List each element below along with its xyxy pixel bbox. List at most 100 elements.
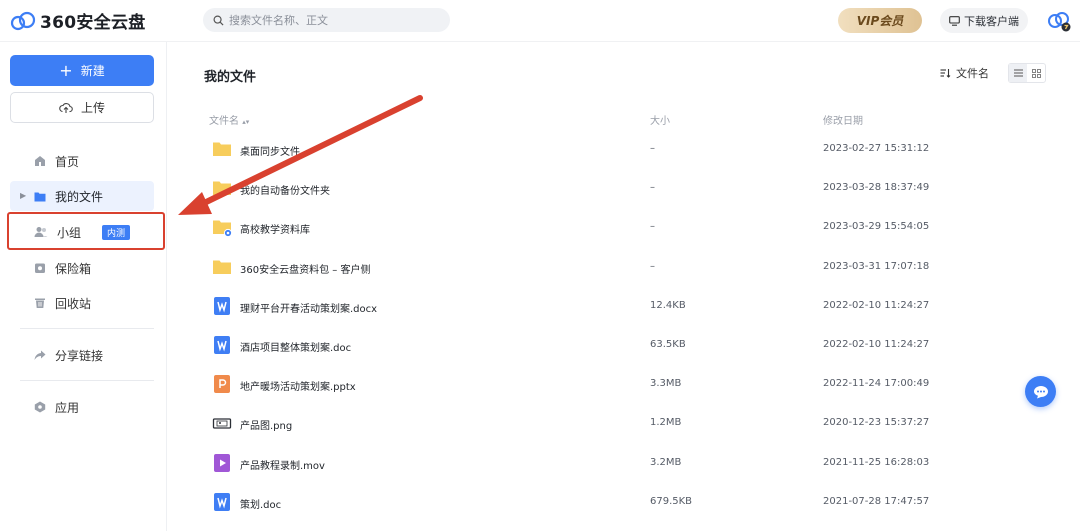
list-icon (1013, 69, 1023, 77)
sidebar-item-home[interactable]: 首页 (10, 146, 154, 176)
file-size: – (650, 182, 655, 194)
sidebar-item-apps[interactable]: 应用 (10, 392, 154, 422)
table-row[interactable]: 策划.doc 679.5KB 2021-07-28 17:47:57 (204, 484, 1064, 523)
cloud-logo-icon (10, 11, 36, 30)
search-input[interactable] (229, 13, 439, 27)
vip-button[interactable]: VIP会员 (838, 8, 922, 33)
file-name[interactable]: 酒店项目整体策划案.doc (240, 339, 351, 354)
sidebar-item-label: 分享链接 (55, 348, 104, 363)
column-header-size[interactable]: 大小 (650, 112, 670, 127)
grid-view-button[interactable] (1027, 64, 1045, 82)
caret-right-icon[interactable]: ▶ (20, 191, 26, 200)
main-content: 我的文件 文件名 文件名 ▴▾ 大小 修改日期 桌面同步文件 – 2023-02-2… (167, 42, 1080, 531)
new-button[interactable]: + 新建 (10, 55, 154, 86)
file-size: – (650, 221, 655, 233)
top-bar: 360安全云盘 VIP会员 下载客户端 (0, 0, 1080, 42)
file-size: 63.5KB (650, 339, 686, 350)
view-toggle (1008, 63, 1046, 83)
sidebar-item-share-links[interactable]: 分享链接 (10, 340, 154, 370)
column-header-name[interactable]: 文件名 ▴▾ (209, 112, 249, 127)
file-name[interactable]: 产品图.png (240, 417, 292, 432)
sort-arrows-icon: ▴▾ (242, 118, 250, 126)
app-name: 360安全云盘 (40, 13, 146, 33)
file-size: 3.3MB (650, 378, 682, 390)
safe-icon (35, 263, 45, 273)
file-size: – (650, 260, 655, 272)
folder-icon (212, 178, 232, 198)
word-doc-icon (212, 296, 232, 316)
sidebar-divider (20, 328, 154, 329)
sidebar-item-label: 回收站 (55, 296, 92, 311)
new-button-label: 新建 (80, 64, 105, 78)
ppt-icon (212, 374, 232, 394)
table-row[interactable]: 地产暖场活动策划案.pptx 3.3MB 2022-11-24 17:00:49 (204, 366, 1064, 405)
file-name[interactable]: 产品教程录制.mov (240, 457, 325, 472)
trash-icon (35, 298, 45, 308)
file-date: 2023-03-31 17:07:18 (823, 260, 930, 272)
file-name[interactable]: 桌面同步文件 (240, 143, 300, 158)
monitor-icon (949, 15, 960, 26)
folder-icon (34, 192, 46, 201)
share-icon (34, 350, 46, 360)
table-row[interactable]: 360安全云盘资料包 – 客户侧 – 2023-03-31 17:07:18 (204, 249, 1064, 288)
file-size: – (650, 143, 655, 154)
file-date: 2021-11-25 16:28:03 (823, 456, 930, 468)
upload-cloud-icon (59, 102, 73, 113)
apps-icon (34, 401, 46, 413)
file-date: 2022-11-24 17:00:49 (823, 378, 930, 390)
user-avatar-icon[interactable] (1046, 10, 1072, 32)
grid-icon (1031, 68, 1041, 78)
file-name[interactable]: 策划.doc (240, 496, 281, 511)
table-row[interactable]: 桌面同步文件 – 2023-02-27 15:31:12 (204, 131, 1064, 170)
file-size: 3.2MB (650, 456, 682, 468)
sort-control[interactable]: 文件名 (940, 65, 989, 81)
sort-label: 文件名 (956, 67, 989, 80)
upload-button[interactable]: 上传 (10, 92, 154, 123)
download-client-button[interactable]: 下载客户端 (940, 8, 1028, 33)
file-date: 2023-02-27 15:31:12 (823, 143, 930, 154)
file-name[interactable]: 地产暖场活动策划案.pptx (240, 378, 356, 393)
sidebar: + 新建 上传 首页 ▶ 我的文件 小组 内测 保险箱 回收站 分享链接 应用 (0, 42, 167, 531)
file-date: 2020-12-23 15:37:27 (823, 417, 930, 429)
sidebar-item-safe[interactable]: 保险箱 (10, 253, 154, 283)
table-row[interactable]: 酒店项目整体策划案.doc 63.5KB 2022-02-10 11:24:27 (204, 327, 1064, 366)
download-client-label: 下载客户端 (964, 14, 1019, 28)
table-row[interactable]: 产品教程录制.mov 3.2MB 2021-11-25 16:28:03 (204, 445, 1064, 484)
table-row[interactable]: 产品图.png 1.2MB 2020-12-23 15:37:27 (204, 405, 1064, 444)
sidebar-item-my-files[interactable]: ▶ 我的文件 (10, 181, 154, 211)
home-icon (35, 156, 45, 166)
app-logo[interactable]: 360安全云盘 (10, 8, 146, 33)
file-size: 12.4KB (650, 299, 686, 311)
plus-icon: + (59, 60, 73, 80)
table-row[interactable]: 我的自动备份文件夹 – 2023-03-28 18:37:49 (204, 170, 1064, 209)
chat-bubble-icon (1033, 385, 1048, 398)
column-header-name-label: 文件名 (209, 116, 239, 127)
file-name[interactable]: 高校教学资料库 (240, 221, 310, 236)
shared-folder-icon (212, 217, 233, 238)
upload-button-label: 上传 (80, 101, 105, 115)
file-size: 679.5KB (650, 495, 693, 507)
sidebar-item-trash[interactable]: 回收站 (10, 288, 154, 318)
list-view-button[interactable] (1009, 64, 1027, 82)
table-row[interactable]: 理财平台开春活动策划案.docx 12.4KB 2022-02-10 11:24:2… (204, 288, 1064, 327)
file-date: 2022-02-10 11:24:27 (823, 299, 930, 311)
word-doc-icon (212, 335, 232, 355)
file-name[interactable]: 360安全云盘资料包 – 客户侧 (240, 261, 370, 276)
file-name[interactable]: 理财平台开春活动策划案.docx (240, 300, 377, 315)
sidebar-item-label: 首页 (55, 154, 80, 169)
sidebar-item-label: 我的文件 (55, 189, 104, 204)
folder-icon (212, 257, 232, 277)
search-icon (213, 15, 224, 26)
sidebar-item-label: 保险箱 (55, 261, 92, 276)
file-size: 1.2MB (650, 417, 682, 429)
word-doc-icon (212, 492, 232, 512)
sidebar-divider (20, 380, 154, 381)
table-row[interactable]: 高校教学资料库 – 2023-03-29 15:54:05 (204, 209, 1064, 248)
column-header-date[interactable]: 修改日期 (823, 112, 863, 127)
file-date: 2023-03-29 15:54:05 (823, 221, 930, 233)
customer-service-button[interactable] (1025, 376, 1056, 407)
file-date: 2022-02-10 11:24:27 (823, 339, 930, 350)
file-date: 2023-03-28 18:37:49 (823, 182, 930, 194)
file-name[interactable]: 我的自动备份文件夹 (240, 182, 330, 197)
search-box[interactable] (203, 8, 450, 32)
